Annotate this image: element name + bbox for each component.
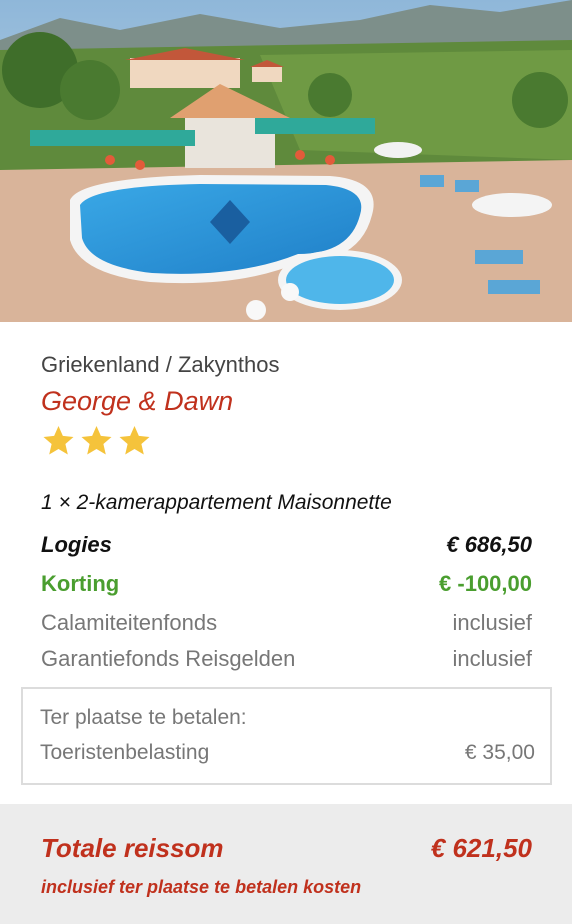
hotel-photo (0, 0, 572, 322)
price-line-value: € -100,00 (439, 571, 532, 596)
star-icon (81, 426, 112, 455)
total-label: Totale reissom (41, 833, 224, 863)
price-line-calamity-fund: Calamiteitenfonds inclusief (41, 610, 532, 636)
total-note: inclusief ter plaatse te betalen kosten (41, 877, 362, 897)
price-line-discount: Korting € -100,00 (41, 571, 532, 597)
hotel-name[interactable]: George & Dawn (41, 386, 233, 417)
room-description: 1 × 2-kamerappartement Maisonnette (41, 491, 392, 514)
price-line-logies: Logies € 686,50 (41, 532, 532, 558)
star-icon (119, 426, 150, 455)
price-line-guarantee-fund: Garantiefonds Reisgelden inclusief (41, 646, 532, 672)
price-line-label: Garantiefonds Reisgelden (41, 646, 296, 671)
price-line-label: Logies (41, 532, 112, 557)
price-line-value: inclusief (452, 646, 532, 671)
total-value: € 621,50 (430, 833, 532, 863)
price-line-value: € 686,50 (446, 532, 532, 557)
on-site-title: Ter plaatse te betalen: (40, 706, 247, 729)
price-line-label: Korting (41, 571, 120, 596)
location-breadcrumb: Griekenland / Zakynthos (41, 352, 280, 377)
tourist-tax-value: € 35,00 (464, 741, 535, 764)
tourist-tax-label: Toeristenbelasting (40, 741, 210, 764)
total-line: Totale reissom € 621,50 (41, 833, 532, 864)
booking-summary-card: Griekenland / Zakynthos George & Dawn 1 … (0, 322, 572, 804)
price-line-value: inclusief (452, 610, 532, 635)
on-site-payment-box: Ter plaatse te betalen: Toeristenbelasti… (21, 687, 552, 785)
star-icon (43, 426, 74, 455)
star-rating (40, 423, 153, 459)
price-line-label: Calamiteitenfonds (41, 610, 218, 635)
tourist-tax-line: Toeristenbelasting € 35,00 (40, 741, 535, 765)
total-price-bar: Totale reissom € 621,50 inclusief ter pl… (0, 804, 572, 924)
